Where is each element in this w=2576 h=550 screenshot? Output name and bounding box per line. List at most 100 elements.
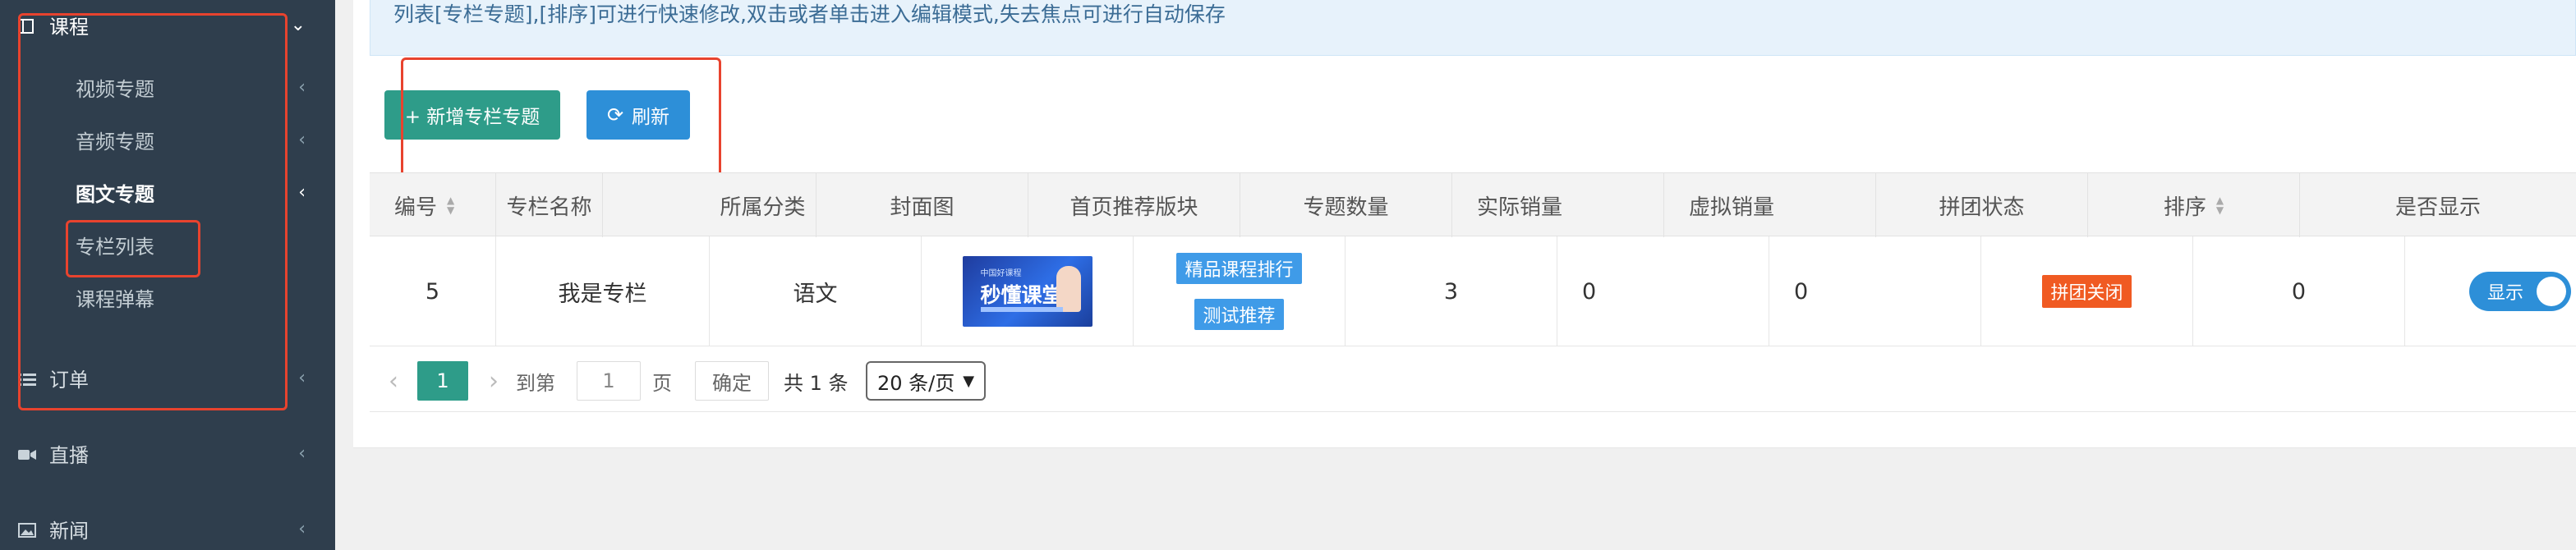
sidebar-item-course-danmaku[interactable]: 课程弹幕 <box>0 274 335 320</box>
sidebar-item-label: 专栏列表 <box>76 235 154 259</box>
cell-text: 我是专栏 <box>558 281 647 307</box>
video-camera-icon <box>18 445 36 461</box>
sidebar-item-column-list[interactable]: 专栏列表 <box>0 222 335 268</box>
sidebar-item-label: 图文专题 <box>76 182 154 206</box>
sidebar-item-label: 课程弹幕 <box>76 287 154 311</box>
image-icon <box>18 520 36 538</box>
status-badge: 拼团关闭 <box>2042 275 2132 308</box>
chevron-left-icon: ‹ <box>298 442 306 464</box>
column-header-group-status: 拼团状态 <box>1876 173 2088 237</box>
cover-title: 秒懂课堂 <box>980 283 1063 307</box>
sidebar-item-label: 课程 <box>49 15 89 39</box>
cell-group-status: 拼团关闭 <box>1981 236 2193 346</box>
column-header-visible: 是否显示 <box>2300 173 2576 237</box>
cell-text: 5 <box>425 278 440 305</box>
cover-image[interactable]: 中国好课程 秒懂课堂 <box>962 256 1092 327</box>
sort-icon[interactable]: ▲ ▼ <box>447 195 454 215</box>
header-label: 虚拟销量 <box>1689 195 1775 220</box>
cell-name[interactable]: 我是专栏 <box>496 236 710 346</box>
prev-page-button[interactable]: ‹ <box>381 361 406 401</box>
toggle-knob <box>2537 277 2566 306</box>
header-label: 封面图 <box>890 195 954 220</box>
chevron-left-icon: ‹ <box>298 129 306 150</box>
sidebar-item-video-topic[interactable]: 视频专题 ‹ <box>0 64 335 110</box>
column-header-recommend: 首页推荐版块 <box>1028 173 1240 237</box>
cell-category: 语文 <box>710 236 922 346</box>
recommend-tag: 测试推荐 <box>1194 299 1284 330</box>
header-label: 排序 <box>2163 195 2206 220</box>
header-label: 专题数量 <box>1303 195 1389 220</box>
tip-text: 列表[专栏专题],[排序]可进行快速修改,双击或者单击进入编辑模式,失去焦点可进… <box>393 2 1226 26</box>
cell-text: 0 <box>2291 278 2307 305</box>
visible-toggle[interactable]: 显示 <box>2469 272 2571 311</box>
header-label: 专栏名称 <box>506 195 592 220</box>
chevron-left-icon: ‹ <box>298 181 306 203</box>
add-button-label: + 新增专栏专题 <box>404 107 540 128</box>
sidebar: 课程 ⌄ 视频专题 ‹ 音频专题 ‹ 图文专题 ‹ 专栏列表 课程弹幕 订单 ‹… <box>0 0 335 550</box>
refresh-button-label: 刷新 <box>632 107 670 128</box>
cell-visible: 显示 <box>2405 236 2576 346</box>
page-size-select[interactable]: 20 条/页 ▼ <box>866 361 986 401</box>
total-count: 共 1 条 <box>784 371 849 395</box>
column-header-cover: 封面图 <box>816 173 1028 237</box>
cell-sort[interactable]: 0 <box>2193 236 2405 346</box>
cover-subtitle: 中国好课程 <box>980 269 1022 278</box>
sidebar-item-label: 新闻 <box>49 519 89 543</box>
cell-id: 5 <box>370 236 496 346</box>
chevron-left-icon: ‹ <box>298 518 306 539</box>
cover-figure <box>1056 266 1081 312</box>
chevron-left-icon: ‹ <box>298 76 306 98</box>
cell-text: 0 <box>1794 278 1809 305</box>
recommend-tag: 精品课程排行 <box>1176 253 1302 284</box>
list-icon <box>18 369 36 386</box>
column-header-category: 所属分类 <box>710 173 816 237</box>
current-page[interactable]: 1 <box>417 361 468 401</box>
pagination: ‹ 1 › 到第 1 页 确定 共 1 条 20 条/页 ▼ <box>370 348 2576 412</box>
column-header-id[interactable]: 编号 ▲ ▼ <box>370 173 496 237</box>
sidebar-item-label: 直播 <box>49 443 89 467</box>
sidebar-item-label: 音频专题 <box>76 130 154 154</box>
goto-confirm-button[interactable]: 确定 <box>695 361 769 401</box>
header-label: 所属分类 <box>720 195 806 220</box>
refresh-button[interactable]: ⟳ 刷新 <box>586 90 690 140</box>
header-label: 编号 <box>394 195 438 220</box>
column-header-topic-count: 专题数量 <box>1240 173 1452 237</box>
sidebar-item-article-topic[interactable]: 图文专题 ‹ <box>0 169 335 215</box>
goto-page-input[interactable]: 1 <box>577 361 641 401</box>
content-panel: 列表[专栏专题],[排序]可进行快速修改,双击或者单击进入编辑模式,失去焦点可进… <box>353 0 2576 448</box>
table-header: 编号 ▲ ▼ 专栏名称 所属分类 封面图 首页推荐版块 专题数量 实际销量 虚拟… <box>370 172 2576 237</box>
table-row: 5 我是专栏 语文 中国好课程 秒懂课堂 精品课程排行 测试推荐 3 0 0 拼… <box>370 236 2576 346</box>
sidebar-item-live[interactable]: 直播 ‹ <box>0 430 335 476</box>
main-content: 列表[专栏专题],[排序]可进行快速修改,双击或者单击进入编辑模式,失去焦点可进… <box>335 0 2576 550</box>
cell-text: 0 <box>1582 278 1597 305</box>
add-column-topic-button[interactable]: + 新增专栏专题 <box>384 90 560 140</box>
cover-stripe <box>980 307 1063 312</box>
header-label: 是否显示 <box>2394 195 2481 220</box>
column-header-name: 专栏名称 <box>496 173 603 237</box>
sidebar-item-news[interactable]: 新闻 ‹ <box>0 506 335 550</box>
column-header-virtual-sales: 虚拟销量 <box>1664 173 1876 237</box>
cell-actual-sales: 0 <box>1557 236 1769 346</box>
book-icon <box>18 16 36 34</box>
cell-cover[interactable]: 中国好课程 秒懂课堂 <box>922 236 1134 346</box>
chevron-left-icon: ‹ <box>298 367 306 388</box>
header-label: 首页推荐版块 <box>1070 195 1198 220</box>
column-header-actual-sales: 实际销量 <box>1452 173 1664 237</box>
sidebar-item-audio-topic[interactable]: 音频专题 ‹ <box>0 117 335 163</box>
sidebar-item-order[interactable]: 订单 ‹ <box>0 355 335 401</box>
chevron-down-icon: ⌄ <box>290 14 306 35</box>
cell-topic-count: 3 <box>1346 236 1557 346</box>
header-label: 实际销量 <box>1477 195 1563 220</box>
sort-icon[interactable]: ▲ ▼ <box>2216 195 2224 215</box>
column-header-spacer <box>603 173 710 237</box>
sidebar-item-label: 订单 <box>49 368 89 392</box>
sidebar-item-label: 视频专题 <box>76 77 154 101</box>
cell-virtual-sales: 0 <box>1769 236 1981 346</box>
header-label: 拼团状态 <box>1939 195 2025 220</box>
page-size-value: 20 条/页 <box>877 371 955 395</box>
cell-recommend: 精品课程排行 测试推荐 <box>1134 236 1346 346</box>
next-page-button[interactable]: › <box>481 361 506 401</box>
column-header-sort[interactable]: 排序 ▲ ▼ <box>2088 173 2300 237</box>
sidebar-item-course[interactable]: 课程 ⌄ <box>0 2 335 48</box>
cell-text: 3 <box>1443 278 1459 305</box>
